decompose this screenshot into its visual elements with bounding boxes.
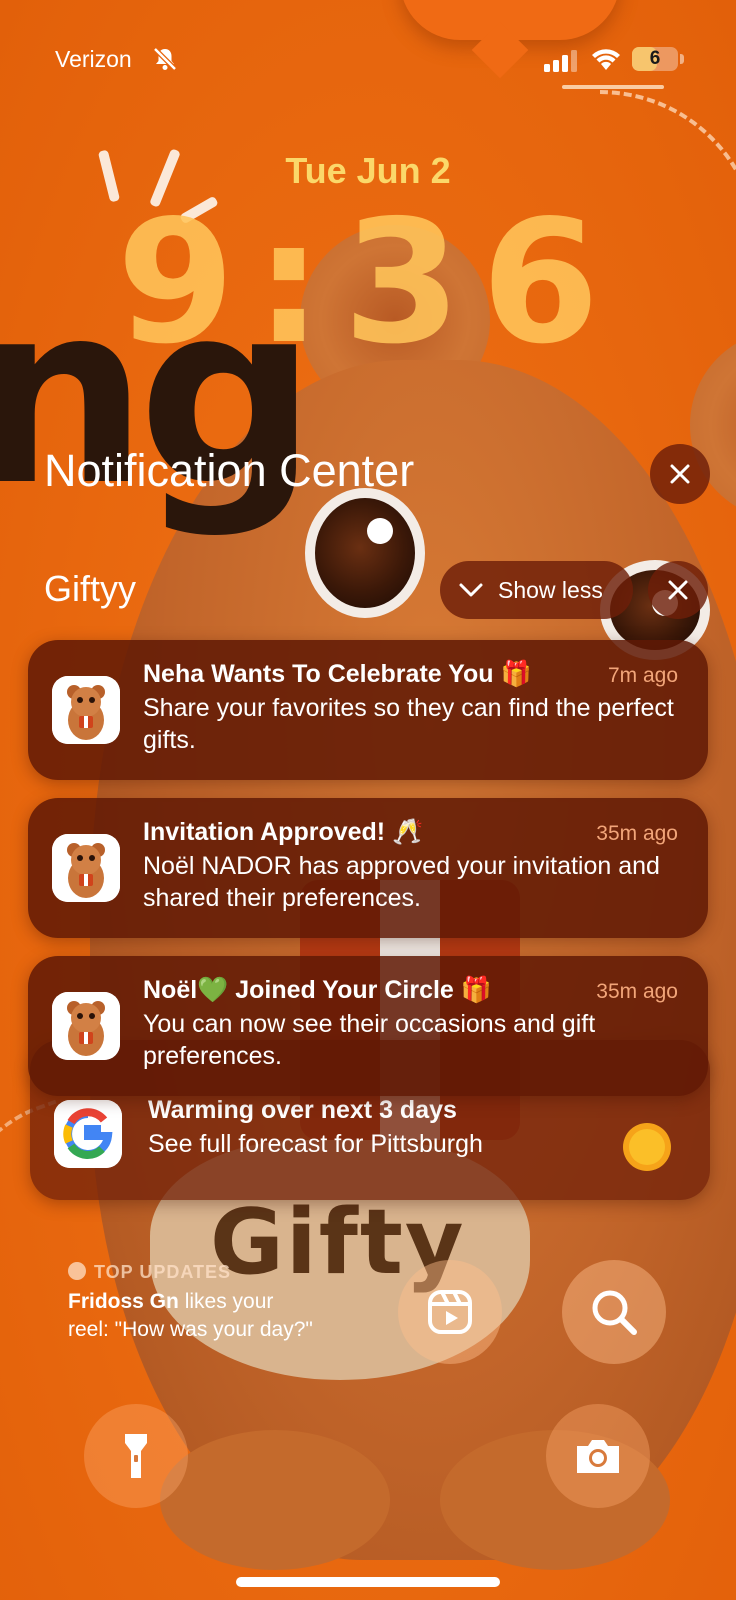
search-shortcut-button[interactable] (562, 1260, 666, 1364)
facebook-icon (68, 1262, 86, 1280)
bell-slash-icon (152, 46, 178, 77)
chevron-down-icon (459, 583, 483, 597)
cellular-signal-icon (544, 50, 578, 77)
giftyy-app-icon (52, 676, 120, 744)
notification-title: Noël💚 Joined Your Circle 🎁 (143, 976, 492, 1004)
home-indicator[interactable] (236, 1577, 500, 1587)
close-icon (670, 464, 690, 484)
battery-level: 6 (649, 48, 661, 69)
giftyy-app-icon (52, 992, 120, 1060)
reels-shortcut-button[interactable] (398, 1260, 502, 1364)
bear-eye-left (305, 488, 425, 618)
notification-card[interactable]: Invitation Approved! 🥂 35m ago Noël NADO… (28, 798, 708, 938)
reels-icon (428, 1290, 472, 1334)
top-updates-header: TOP UPDATES (94, 1262, 231, 1283)
bear-foot-left (160, 1430, 390, 1570)
carrier-name: Verizon (55, 46, 132, 72)
notification-body: You can now see their occasions and gift… (143, 1010, 596, 1070)
camera-icon (577, 1440, 619, 1473)
clear-group-button[interactable] (648, 561, 708, 619)
top-updates-user: Fridoss Gn (68, 1290, 179, 1313)
notification-body: See full forecast for Pittsburgh (148, 1130, 483, 1158)
close-icon (668, 580, 688, 600)
clear-all-button[interactable] (650, 444, 710, 504)
search-icon (592, 1290, 637, 1335)
notification-card[interactable]: Noël💚 Joined Your Circle 🎁 35m ago You c… (28, 956, 708, 1096)
show-less-label: Show less (498, 576, 603, 603)
show-less-button[interactable]: Show less (440, 561, 633, 619)
notification-title: Warming over next 3 days (148, 1096, 457, 1124)
notification-title: Invitation Approved! 🥂 (143, 818, 424, 846)
lock-screen-time: 9:36 (116, 184, 620, 382)
status-bar-underline (562, 85, 664, 89)
notification-card[interactable]: Neha Wants To Celebrate You 🎁 7m ago Sha… (28, 640, 708, 780)
flashlight-icon (125, 1434, 147, 1478)
wifi-icon (590, 46, 622, 77)
bear-eye-shine (367, 518, 393, 544)
flashlight-button[interactable] (84, 1404, 188, 1508)
top-updates-header-label: TOP UPDATES (94, 1262, 232, 1282)
battery-indicator: 6 (632, 47, 678, 71)
notification-time: 35m ago (596, 822, 678, 845)
google-app-icon (54, 1100, 122, 1168)
notification-title: Neha Wants To Celebrate You 🎁 (143, 660, 532, 688)
camera-button[interactable] (546, 1404, 650, 1508)
top-updates-widget[interactable]: Fridoss Gn likes your reel: "How was you… (68, 1288, 318, 1344)
giftyy-app-icon (52, 834, 120, 902)
notification-time: 35m ago (596, 980, 678, 1003)
notification-time: 7m ago (607, 664, 678, 687)
notification-center-title: Notification Center (44, 445, 415, 496)
battery-tip (680, 54, 684, 64)
status-bar: Verizon 6 (0, 40, 736, 84)
sun-icon (620, 1120, 674, 1179)
notification-body: Noël NADOR has approved your invitation … (143, 852, 660, 912)
notification-body: Share your favorites so they can find th… (143, 694, 674, 754)
notification-group-title: Giftyy (44, 568, 137, 609)
